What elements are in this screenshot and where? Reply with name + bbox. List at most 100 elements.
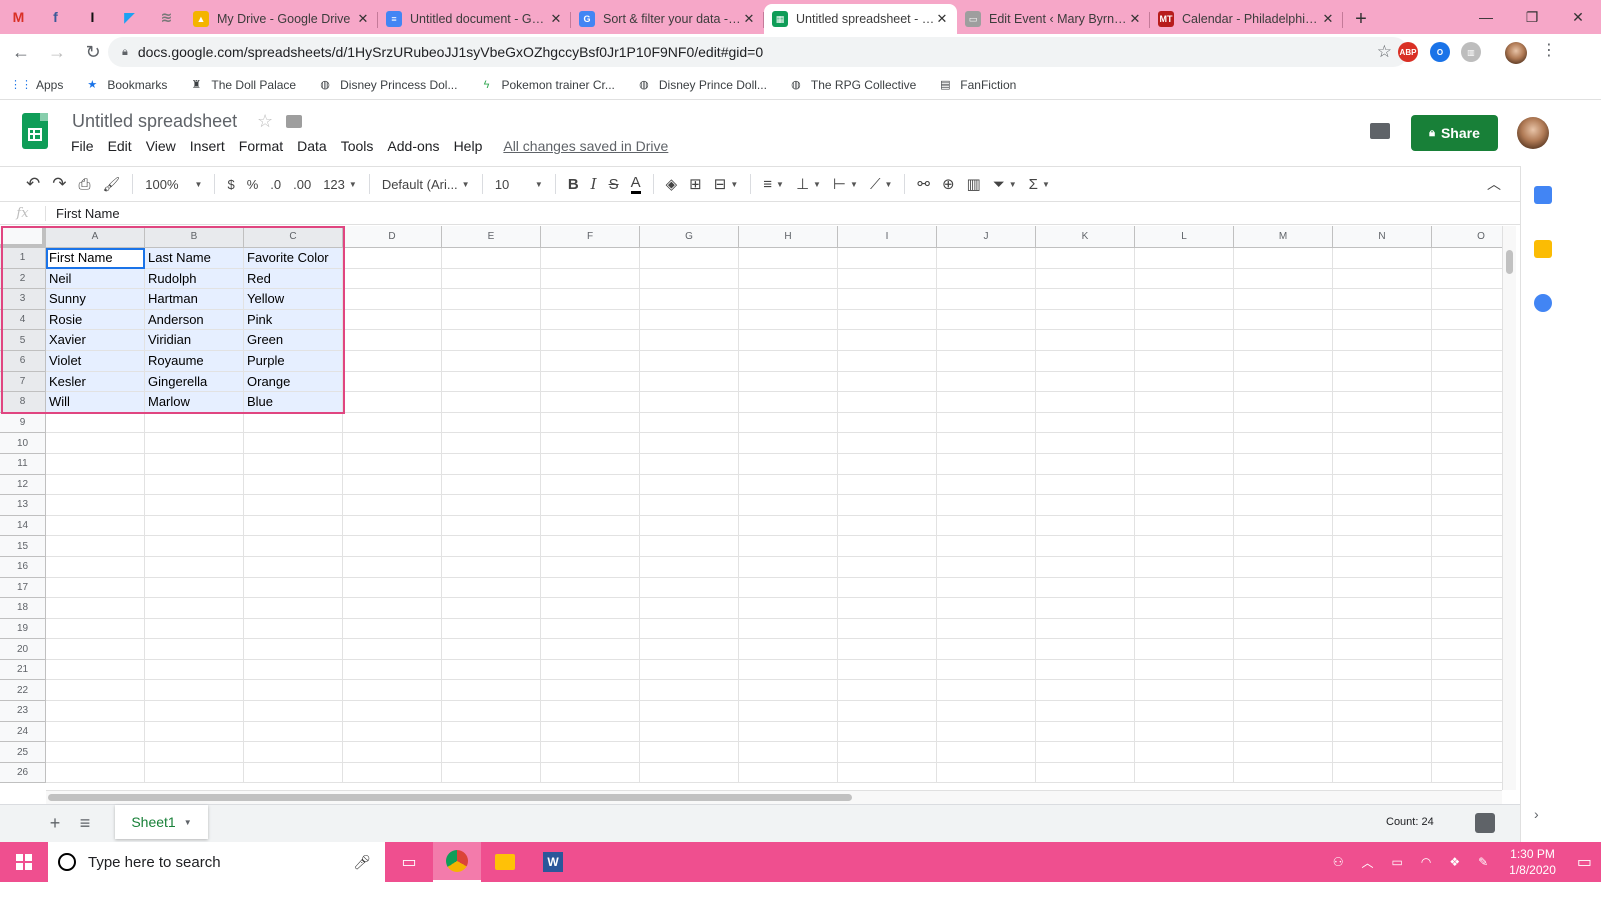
share-button[interactable]: 🔒︎ Share (1411, 115, 1498, 151)
address-bar[interactable]: 🔒︎ docs.google.com/spreadsheets/d/1HySrz… (108, 37, 1408, 67)
cell-f9[interactable] (541, 412, 640, 434)
cell-j19[interactable] (937, 618, 1036, 640)
cell-l21[interactable] (1135, 659, 1234, 681)
cell-c24[interactable] (244, 721, 343, 743)
task-view-button[interactable]: ▭ (385, 842, 433, 882)
row-header-8[interactable]: 8 (0, 392, 46, 413)
column-header-i[interactable]: I (838, 226, 937, 248)
collapse-menu-icon[interactable]: ︿ (1487, 174, 1501, 194)
star-icon[interactable]: ☆ (257, 111, 273, 132)
cell-g16[interactable] (640, 556, 739, 578)
cell-n11[interactable] (1333, 453, 1432, 475)
cell-d22[interactable] (343, 680, 442, 702)
all-sheets-button[interactable]: ≡ (70, 813, 100, 834)
cell-j16[interactable] (937, 556, 1036, 578)
cell-o23[interactable] (1432, 701, 1502, 722)
close-window-button[interactable]: ✕ (1555, 0, 1601, 34)
cell-j3[interactable] (937, 289, 1036, 310)
cell-a15[interactable] (46, 536, 145, 557)
cell-h2[interactable] (739, 268, 838, 290)
cell-g3[interactable] (640, 289, 739, 310)
cell-k15[interactable] (1036, 536, 1135, 557)
cell-i22[interactable] (838, 680, 937, 702)
bookmark-item[interactable]: ϟ Pokemon trainer Cr... (479, 78, 615, 92)
cell-j6[interactable] (937, 350, 1036, 372)
column-header-m[interactable]: M (1234, 226, 1333, 248)
cell-c20[interactable] (244, 639, 343, 660)
print-icon[interactable]: ⎙ (79, 176, 91, 193)
cell-f4[interactable] (541, 309, 640, 331)
cell-m24[interactable] (1234, 721, 1333, 743)
row-header-14[interactable]: 14 (0, 515, 46, 537)
taskbar-search[interactable]: Type here to search 🎤︎ (48, 842, 385, 882)
cell-o2[interactable] (1432, 269, 1502, 290)
cell-b21[interactable] (145, 659, 244, 681)
cell-l14[interactable] (1135, 515, 1234, 537)
cell-f21[interactable] (541, 659, 640, 681)
cell-o5[interactable] (1432, 330, 1502, 351)
cell-c4[interactable]: Pink (244, 309, 343, 331)
cell-c1[interactable]: Favorite Color (244, 248, 343, 269)
cell-c3[interactable]: Yellow (244, 289, 343, 310)
cell-a6[interactable]: Violet (46, 350, 145, 372)
cell-m6[interactable] (1234, 350, 1333, 372)
cell-n25[interactable] (1333, 742, 1432, 763)
row-header-6[interactable]: 6 (0, 350, 46, 372)
cell-f1[interactable] (541, 248, 640, 269)
cell-b20[interactable] (145, 639, 244, 660)
bookmark-item[interactable]: ◍ The RPG Collective (789, 78, 916, 92)
cell-o3[interactable] (1432, 289, 1502, 310)
taskbar-clock[interactable]: 1:30 PM 1/8/2020 (1509, 846, 1556, 878)
cell-j17[interactable] (937, 577, 1036, 599)
cell-o9[interactable] (1432, 413, 1502, 434)
cell-g1[interactable] (640, 248, 739, 269)
cell-g4[interactable] (640, 309, 739, 331)
comment-history-icon[interactable] (1370, 123, 1390, 139)
cell-f25[interactable] (541, 742, 640, 763)
cell-f6[interactable] (541, 350, 640, 372)
cell-a3[interactable]: Sunny (46, 289, 145, 310)
percent-format-button[interactable]: % (247, 177, 259, 192)
cell-l6[interactable] (1135, 350, 1234, 372)
cell-e8[interactable] (442, 392, 541, 413)
cell-f19[interactable] (541, 618, 640, 640)
cell-n7[interactable] (1333, 371, 1432, 393)
menu-format[interactable]: Format (239, 138, 283, 154)
functions-button[interactable]: Σ ▼ (1029, 176, 1050, 193)
cell-k11[interactable] (1036, 453, 1135, 475)
column-header-k[interactable]: K (1036, 226, 1135, 248)
cell-j15[interactable] (937, 536, 1036, 557)
cell-h17[interactable] (739, 577, 838, 599)
sheets-logo-icon[interactable] (22, 113, 48, 149)
cell-g12[interactable] (640, 474, 739, 496)
cell-c19[interactable] (244, 618, 343, 640)
minimize-button[interactable]: — (1463, 0, 1509, 34)
horizontal-scrollbar[interactable] (46, 790, 1502, 804)
cell-f10[interactable] (541, 433, 640, 454)
cell-j18[interactable] (937, 598, 1036, 619)
cell-e16[interactable] (442, 556, 541, 578)
cell-h5[interactable] (739, 330, 838, 351)
cell-f23[interactable] (541, 701, 640, 722)
cell-m11[interactable] (1234, 453, 1333, 475)
cell-h20[interactable] (739, 639, 838, 660)
cell-l26[interactable] (1135, 762, 1234, 784)
cell-n10[interactable] (1333, 433, 1432, 454)
cell-h11[interactable] (739, 453, 838, 475)
row-header-26[interactable]: 26 (0, 762, 46, 784)
cell-f20[interactable] (541, 639, 640, 660)
row-header-10[interactable]: 10 (0, 433, 46, 454)
cell-e15[interactable] (442, 536, 541, 557)
cell-b8[interactable]: Marlow (145, 392, 244, 413)
account-avatar[interactable] (1517, 117, 1549, 149)
cell-c21[interactable] (244, 659, 343, 681)
cell-g10[interactable] (640, 433, 739, 454)
cell-d20[interactable] (343, 639, 442, 660)
row-header-9[interactable]: 9 (0, 412, 46, 434)
browser-tab[interactable]: ▭ Edit Event ‹ Mary Byrnes — WordPress✕ (957, 4, 1150, 34)
cell-e25[interactable] (442, 742, 541, 763)
cell-o10[interactable] (1432, 433, 1502, 454)
cell-m12[interactable] (1234, 474, 1333, 496)
cell-m16[interactable] (1234, 556, 1333, 578)
cell-a12[interactable] (46, 474, 145, 496)
